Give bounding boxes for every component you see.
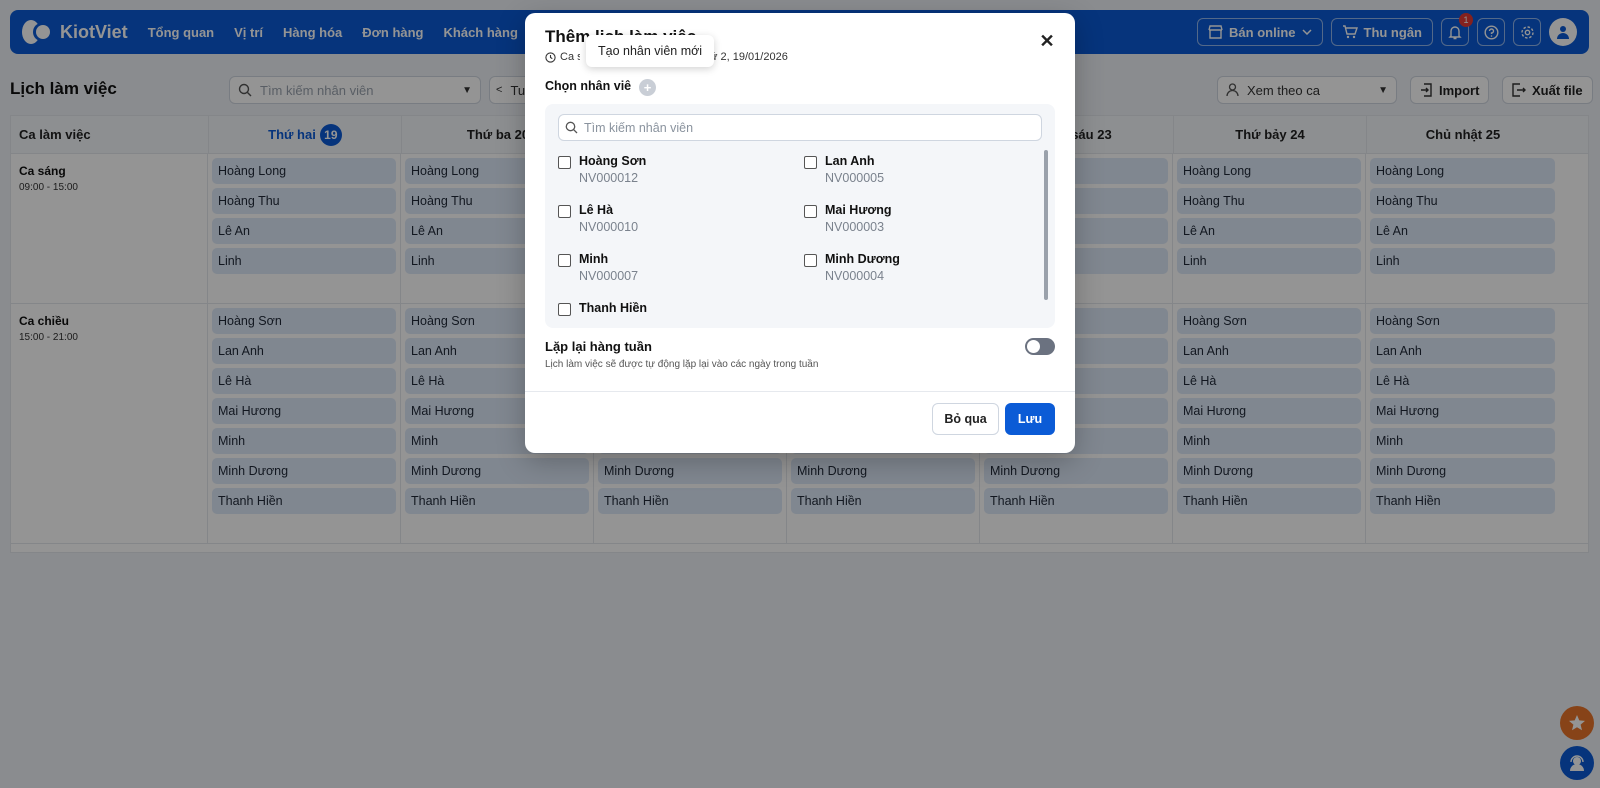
employee-checkbox[interactable] [804,254,817,267]
choose-employee-label: Chọn nhân viên [545,79,639,93]
employee-option[interactable]: Lê Hà NV000010 [558,199,804,248]
employee-option[interactable]: Minh Dương NV000004 [804,248,1030,297]
employee-code: NV000012 [579,171,639,185]
employee-option[interactable]: Mai Hương NV000003 [804,199,1030,248]
employee-option[interactable]: Thanh Hiền [558,297,804,322]
employee-name: Minh [579,252,609,266]
employee-checkbox[interactable] [804,156,817,169]
employee-picker-placeholder: Tìm kiếm nhân viên [584,120,694,135]
employee-name: Thanh Hiền [579,301,648,315]
employee-name: Hoàng Sơn [579,154,647,168]
employee-name: Mai Hương [825,203,892,217]
repeat-weekly-toggle[interactable] [1025,338,1055,355]
save-button[interactable]: Lưu [1005,403,1055,435]
employee-name: Minh Dương [825,252,900,266]
employee-code: NV000005 [825,171,885,185]
employee-name: Lê Hà [579,203,614,217]
repeat-weekly-description: Lịch làm việc sẽ được tự động lặp lại và… [545,359,819,370]
clock-icon [545,51,556,63]
employee-checkbox[interactable] [558,254,571,267]
skip-button[interactable]: Bỏ qua [932,403,999,435]
employee-code: NV000004 [825,269,885,283]
employee-code: NV000003 [825,220,885,234]
employee-option[interactable]: Lan Anh NV000005 [804,150,1030,199]
employee-checkbox[interactable] [558,156,571,169]
employee-picker: Tìm kiếm nhân viên Hoàng Sơn NV000012 Lan … [545,104,1055,328]
dialog-date: hứ 2, 19/01/2026 [704,51,788,63]
employee-checkbox-list: Hoàng Sơn NV000012 Lan Anh NV000005 Lê Hà NV0… [558,150,1030,322]
employee-option[interactable]: Hoàng Sơn NV000012 [558,150,804,199]
employee-option[interactable]: Minh NV000007 [558,248,804,297]
employee-code: NV000007 [579,269,639,283]
employee-checkbox[interactable] [558,303,571,316]
employee-name: Lan Anh [825,154,875,168]
add-schedule-dialog: Thêm lịch làm việc ✕ Ca sáng hứ 2, 19/01… [525,13,1075,453]
employee-checkbox[interactable] [804,205,817,218]
close-icon[interactable]: ✕ [1037,31,1057,51]
search-icon [565,121,578,134]
employee-checkbox[interactable] [558,205,571,218]
employee-code: NV000010 [579,220,639,234]
dialog-shift-name: Ca sáng [560,51,580,63]
employee-picker-search[interactable]: Tìm kiếm nhân viên [558,114,1042,141]
plus-icon: + [639,78,656,96]
dialog-divider [525,391,1075,392]
add-employee-button[interactable]: + [631,73,664,101]
employee-list-scrollbar[interactable] [1044,150,1048,300]
repeat-weekly-label: Lặp lại hàng tuần [545,339,652,354]
create-employee-tooltip: Tạo nhân viên mới [586,35,715,67]
